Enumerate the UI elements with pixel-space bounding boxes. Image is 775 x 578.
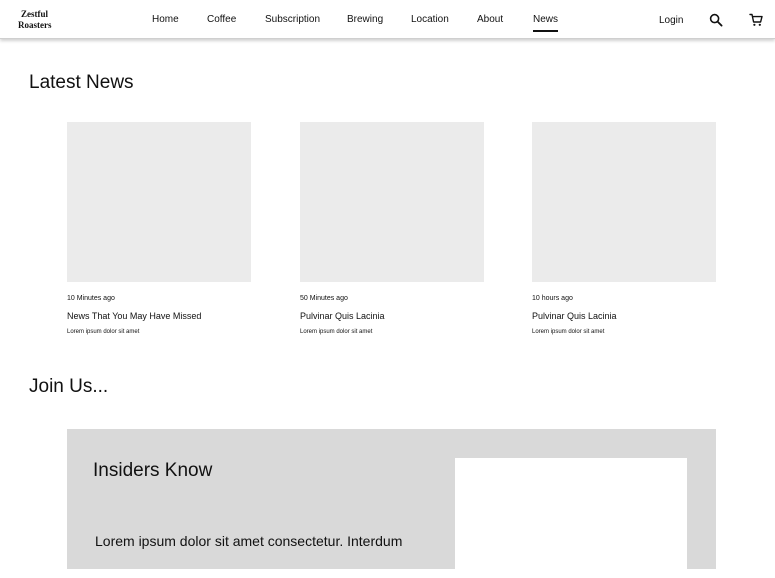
nav-link-location[interactable]: Location bbox=[411, 14, 449, 26]
news-card-title[interactable]: News That You May Have Missed bbox=[67, 311, 251, 322]
cart-icon[interactable] bbox=[749, 13, 763, 27]
brand-logo-line1: Zestful bbox=[21, 9, 48, 19]
news-card-title[interactable]: Pulvinar Quis Lacinia bbox=[300, 311, 484, 322]
top-navigation-bar: Zestful Roasters Home Coffee Subscriptio… bbox=[0, 0, 775, 39]
news-card-description: Lorem ipsum dolor sit amet bbox=[300, 329, 373, 335]
nav-link-home[interactable]: Home bbox=[152, 14, 179, 26]
nav-link-news[interactable]: News bbox=[533, 14, 559, 32]
insiders-title: Insiders Know bbox=[93, 460, 213, 481]
login-link[interactable]: Login bbox=[659, 15, 683, 27]
news-card[interactable]: 50 Minutes ago Pulvinar Quis Lacinia Lor… bbox=[300, 122, 484, 336]
news-card[interactable]: 10 hours ago Pulvinar Quis Lacinia Lorem… bbox=[532, 122, 716, 336]
brand-logo[interactable]: Zestful Roasters bbox=[18, 9, 52, 31]
nav-link-subscription[interactable]: Subscription bbox=[265, 14, 320, 26]
brand-logo-line2: Roasters bbox=[18, 20, 52, 30]
news-card-title[interactable]: Pulvinar Quis Lacinia bbox=[532, 311, 716, 322]
news-card-image[interactable] bbox=[67, 122, 251, 282]
news-card-image[interactable] bbox=[300, 122, 484, 282]
insiders-text: Lorem ipsum dolor sit amet consectetur. … bbox=[95, 533, 403, 549]
news-card-description: Lorem ipsum dolor sit amet bbox=[67, 329, 140, 335]
search-icon[interactable] bbox=[709, 13, 723, 27]
news-card-time: 10 hours ago bbox=[532, 295, 573, 302]
news-card-time: 50 Minutes ago bbox=[300, 295, 348, 302]
join-us-heading: Join Us... bbox=[29, 376, 109, 397]
news-card-image[interactable] bbox=[532, 122, 716, 282]
news-card[interactable]: 10 Minutes ago News That You May Have Mi… bbox=[67, 122, 251, 336]
insiders-image-box bbox=[455, 458, 687, 578]
nav-link-brewing[interactable]: Brewing bbox=[347, 14, 383, 26]
nav-link-coffee[interactable]: Coffee bbox=[207, 14, 236, 26]
nav-link-about[interactable]: About bbox=[477, 14, 503, 26]
latest-news-heading: Latest News bbox=[29, 72, 134, 93]
insiders-panel: Insiders Know Lorem ipsum dolor sit amet… bbox=[67, 429, 716, 578]
news-card-time: 10 Minutes ago bbox=[67, 295, 115, 302]
news-card-description: Lorem ipsum dolor sit amet bbox=[532, 329, 605, 335]
